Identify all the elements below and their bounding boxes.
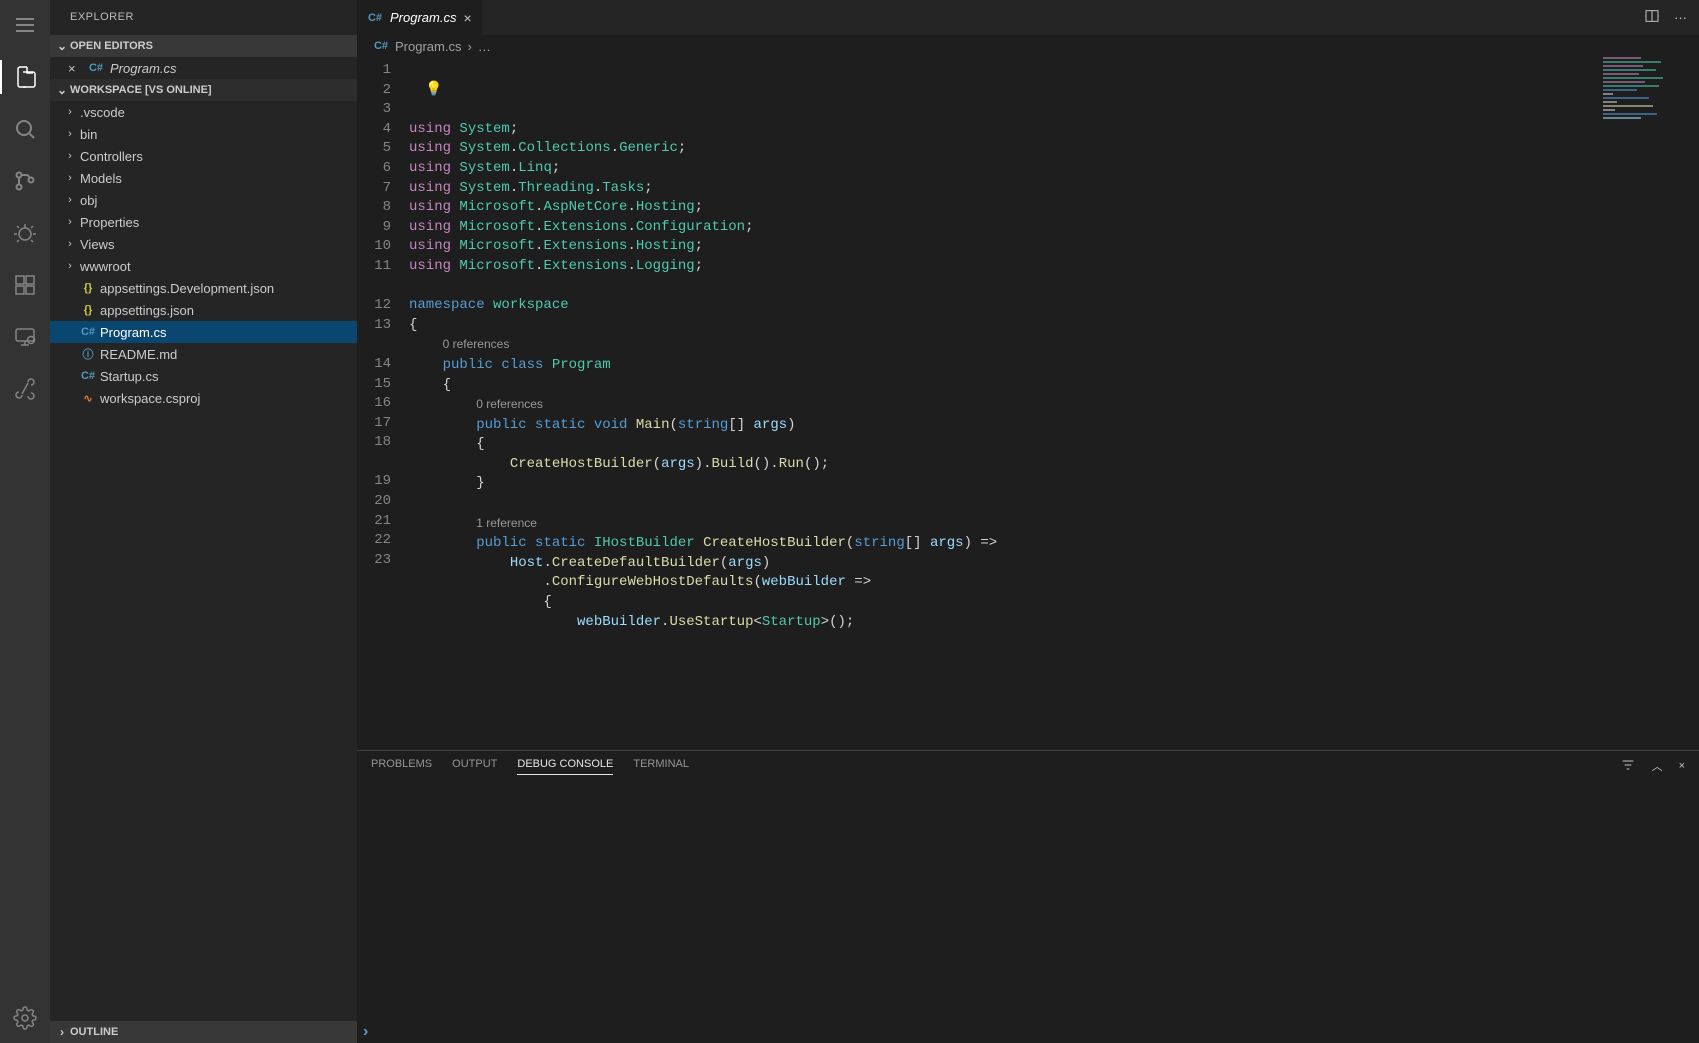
chevron-right-icon: › xyxy=(64,260,76,272)
file-icon: ∿ xyxy=(80,390,96,406)
file-name: appsettings.json xyxy=(100,303,194,318)
outline-header[interactable]: › Outline xyxy=(50,1021,357,1043)
folder-item[interactable]: › wwwroot xyxy=(50,255,357,277)
code-content[interactable]: 💡 using System;using System.Collections.… xyxy=(409,57,1699,750)
folder-item[interactable]: › bin xyxy=(50,123,357,145)
folder-item[interactable]: › obj xyxy=(50,189,357,211)
panel-maximize-icon[interactable]: ︿ xyxy=(1652,758,1663,774)
file-item[interactable]: C# Program.cs xyxy=(50,321,357,343)
folder-name: Views xyxy=(80,237,114,252)
source-control-icon[interactable] xyxy=(0,164,50,198)
file-item[interactable]: C# Startup.cs xyxy=(50,365,357,387)
file-name: README.md xyxy=(100,347,177,362)
chevron-down-icon: ⌄ xyxy=(54,83,70,97)
file-name: Startup.cs xyxy=(100,369,159,384)
editor-group: C# Program.cs × ··· C# Program.cs › … 12… xyxy=(357,0,1699,1043)
tab-bar: C# Program.cs × ··· xyxy=(357,0,1699,35)
close-icon[interactable]: × xyxy=(68,61,82,76)
sidebar-title: EXPLORER xyxy=(50,0,357,35)
folder-item[interactable]: › .vscode xyxy=(50,101,357,123)
panel-tab-debug-console[interactable]: Debug Console xyxy=(517,758,613,775)
breadcrumb[interactable]: C# Program.cs › … xyxy=(357,35,1699,57)
outline-label: Outline xyxy=(70,1026,118,1038)
extensions-icon[interactable] xyxy=(0,268,50,302)
split-editor-icon[interactable] xyxy=(1644,8,1660,27)
chevron-right-icon: › xyxy=(64,216,76,228)
csharp-file-icon: C# xyxy=(367,10,383,26)
folder-name: obj xyxy=(80,193,97,208)
chevron-right-icon: › xyxy=(64,106,76,118)
file-name: workspace.csproj xyxy=(100,391,200,406)
csharp-file-icon: C# xyxy=(373,38,389,54)
chevron-right-icon: › xyxy=(64,194,76,206)
debug-console-body[interactable]: › xyxy=(357,781,1699,1043)
folder-name: Models xyxy=(80,171,122,186)
breadcrumb-more: … xyxy=(478,39,491,54)
folder-item[interactable]: › Models xyxy=(50,167,357,189)
settings-gear-icon[interactable] xyxy=(0,1001,50,1035)
file-tree: › .vscode › bin › Controllers › Models › obj › Prop… xyxy=(50,101,357,409)
file-icon: {} xyxy=(80,302,96,318)
panel-tab-output[interactable]: Output xyxy=(452,758,497,774)
breadcrumb-sep: › xyxy=(467,39,471,54)
chevron-down-icon: ⌄ xyxy=(54,39,70,53)
file-name: appsettings.Development.json xyxy=(100,281,274,296)
folder-name: .vscode xyxy=(80,105,125,120)
workspace-header[interactable]: ⌄ Workspace [VS Online] xyxy=(50,79,357,101)
open-editor-item[interactable]: × C# Program.cs xyxy=(50,57,357,79)
chevron-right-icon: › xyxy=(64,238,76,250)
file-name: Program.cs xyxy=(100,325,166,340)
csharp-file-icon: C# xyxy=(88,60,104,76)
file-icon: C# xyxy=(80,324,96,340)
folder-name: Controllers xyxy=(80,149,143,164)
debug-console-prompt-icon: › xyxy=(363,1023,368,1041)
file-item[interactable]: {} appsettings.json xyxy=(50,299,357,321)
chevron-right-icon: › xyxy=(64,150,76,162)
file-icon: C# xyxy=(80,368,96,384)
folder-name: Properties xyxy=(80,215,139,230)
file-icon: ⓘ xyxy=(80,346,96,362)
open-editors-label: Open Editors xyxy=(70,40,153,52)
file-icon: {} xyxy=(80,280,96,296)
sidebar: EXPLORER ⌄ Open Editors × C# Program.cs … xyxy=(50,0,357,1043)
panel-tabs: Problems Output Debug Console Terminal ︿… xyxy=(357,751,1699,781)
panel-tab-problems[interactable]: Problems xyxy=(371,758,432,774)
code-editor[interactable]: 1234567891011 1213 1415161718 1920212223… xyxy=(357,57,1699,750)
panel-close-icon[interactable]: × xyxy=(1679,760,1685,772)
panel-tab-terminal[interactable]: Terminal xyxy=(633,758,689,774)
chevron-right-icon: › xyxy=(64,172,76,184)
close-icon[interactable]: × xyxy=(463,10,471,26)
chevron-right-icon: › xyxy=(54,1025,70,1039)
live-share-icon[interactable] xyxy=(0,372,50,406)
search-icon[interactable] xyxy=(0,112,50,146)
line-number-gutter: 1234567891011 1213 1415161718 1920212223 xyxy=(357,57,409,750)
lightbulb-icon[interactable]: 💡 xyxy=(425,81,442,101)
debug-icon[interactable] xyxy=(0,216,50,250)
breadcrumb-file: Program.cs xyxy=(395,39,461,54)
folder-name: bin xyxy=(80,127,97,142)
folder-item[interactable]: › Views xyxy=(50,233,357,255)
workspace-label: Workspace [VS Online] xyxy=(70,84,212,96)
more-actions-icon[interactable]: ··· xyxy=(1674,10,1687,25)
explorer-icon[interactable] xyxy=(0,60,50,94)
file-item[interactable]: {} appsettings.Development.json xyxy=(50,277,357,299)
open-editor-filename: Program.cs xyxy=(110,61,176,76)
file-item[interactable]: ⓘ README.md xyxy=(50,343,357,365)
bottom-panel: Problems Output Debug Console Terminal ︿… xyxy=(357,750,1699,1043)
chevron-right-icon: › xyxy=(64,128,76,140)
folder-item[interactable]: › Controllers xyxy=(50,145,357,167)
editor-tab[interactable]: C# Program.cs × xyxy=(357,0,483,35)
panel-filter-icon[interactable] xyxy=(1620,757,1636,776)
activity-bar xyxy=(0,0,50,1043)
file-item[interactable]: ∿ workspace.csproj xyxy=(50,387,357,409)
app-root: EXPLORER ⌄ Open Editors × C# Program.cs … xyxy=(0,0,1699,1043)
remote-explorer-icon[interactable] xyxy=(0,320,50,354)
tab-title: Program.cs xyxy=(390,10,456,25)
open-editors-header[interactable]: ⌄ Open Editors xyxy=(50,35,357,57)
menu-icon[interactable] xyxy=(0,8,50,42)
folder-name: wwwroot xyxy=(80,259,131,274)
folder-item[interactable]: › Properties xyxy=(50,211,357,233)
